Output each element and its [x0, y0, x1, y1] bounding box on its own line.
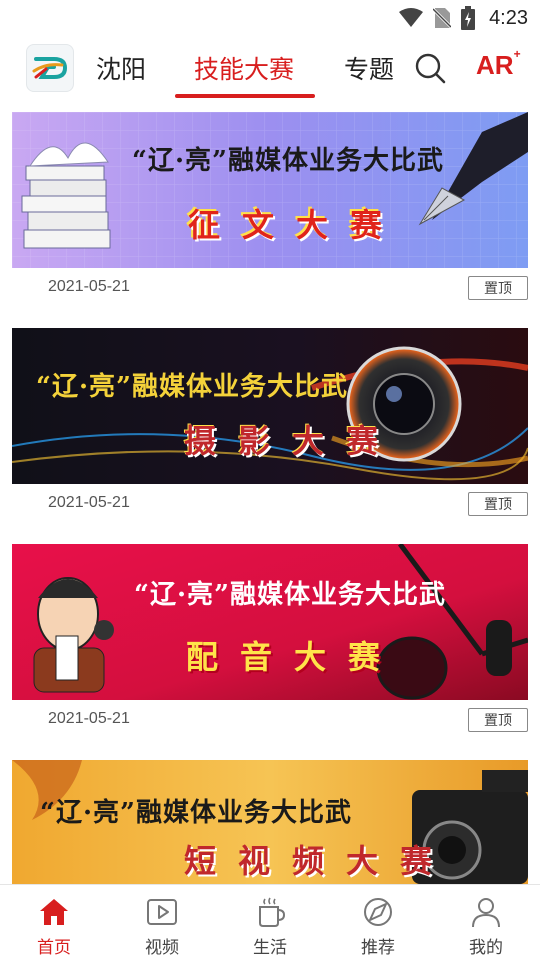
- banner-image-photo[interactable]: “辽·亮”融媒体业务大比武 摄影大赛: [12, 328, 528, 484]
- pinned-badge: 置顶: [468, 276, 528, 300]
- ar-button[interactable]: AR+: [476, 47, 521, 81]
- tab-me-label: 我的: [469, 938, 503, 958]
- top-nav: 沈阳 技能大赛 专题 AR+: [0, 36, 540, 100]
- wifi-icon: [399, 8, 424, 27]
- banner-image-video[interactable]: “辽·亮”融媒体业务大比武 短视频大赛: [12, 760, 528, 884]
- bottom-tab-bar: 首页 视频 生活 推荐 我的: [0, 884, 540, 960]
- banner-subtitle: 征文大赛: [188, 206, 405, 244]
- banner-subtitle: 配音大赛: [186, 638, 403, 676]
- status-icons: 4:23: [399, 6, 528, 30]
- home-icon: [40, 899, 68, 925]
- status-time: 4:23: [489, 6, 528, 29]
- publish-date: 2021-05-21: [48, 278, 130, 295]
- books-illustration: [21, 142, 111, 249]
- cup-icon: [259, 897, 286, 927]
- news-feed: “辽·亮”融媒体业务大比武 征文大赛 2021-05-21 置顶 “辽·亮”融媒…: [0, 112, 540, 884]
- ar-label: AR: [476, 50, 514, 80]
- banner-subtitle: 摄影大赛: [184, 422, 401, 460]
- banner-subtitle: 短视频大赛: [184, 842, 455, 880]
- banner-image-essay[interactable]: “辽·亮”融媒体业务大比武 征文大赛: [12, 112, 528, 268]
- video-icon: [147, 899, 177, 925]
- banner-image-dubbing[interactable]: “辽·亮”融媒体业务大比武 配音大赛: [12, 544, 528, 700]
- search-icon[interactable]: [414, 52, 446, 84]
- tab-home[interactable]: 首页: [14, 895, 94, 958]
- banner-title: “辽·亮”融媒体业务大比武: [132, 146, 444, 176]
- tab-shenyang[interactable]: 沈阳: [96, 50, 146, 86]
- logo-icon: [32, 57, 68, 79]
- tab-me[interactable]: 我的: [446, 895, 526, 958]
- ar-plus: +: [513, 47, 521, 62]
- tab-home-label: 首页: [37, 938, 71, 958]
- user-icon: [472, 898, 500, 928]
- tab-video[interactable]: 视频: [122, 895, 202, 958]
- banner-title: “辽·亮”融媒体业务大比武: [134, 580, 446, 610]
- pinned-badge: 置顶: [468, 708, 528, 732]
- publish-date: 2021-05-21: [48, 494, 130, 511]
- tab-life[interactable]: 生活: [230, 895, 310, 958]
- battery-charging-icon: [461, 6, 476, 30]
- app-logo[interactable]: [26, 44, 74, 92]
- active-tab-indicator: [175, 94, 315, 98]
- publish-date: 2021-05-21: [48, 710, 130, 727]
- status-bar: 4:23: [0, 0, 540, 36]
- compass-icon: [364, 898, 392, 926]
- pinned-badge: 置顶: [468, 492, 528, 516]
- tab-life-label: 生活: [253, 938, 287, 958]
- tab-recommend[interactable]: 推荐: [338, 895, 418, 958]
- banner-title: “辽·亮”融媒体业务大比武: [40, 798, 352, 828]
- tab-recommend-label: 推荐: [361, 938, 395, 958]
- tab-skills-contest[interactable]: 技能大赛: [194, 50, 294, 86]
- tab-topics[interactable]: 专题: [344, 50, 394, 86]
- no-sim-icon: [433, 7, 452, 29]
- tab-video-label: 视频: [145, 938, 179, 958]
- banner-title: “辽·亮”融媒体业务大比武: [36, 372, 348, 402]
